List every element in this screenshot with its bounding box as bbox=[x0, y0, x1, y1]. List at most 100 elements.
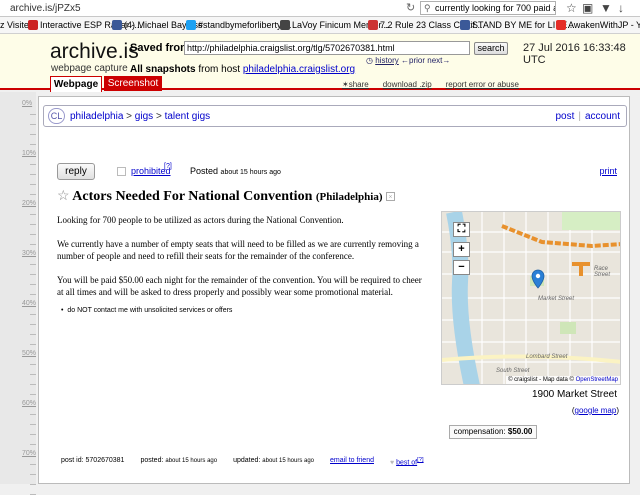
ruler-tick-label[interactable]: 30% bbox=[22, 250, 36, 257]
posting-title-text: Actors Needed For National Convention bbox=[72, 189, 313, 204]
post-link[interactable]: post bbox=[555, 111, 574, 122]
print-link[interactable]: print bbox=[599, 166, 617, 176]
saved-url-input[interactable]: http://philadelphia.craigslist.org/tlg/5… bbox=[184, 41, 470, 55]
ruler-tick-label[interactable]: 70% bbox=[22, 450, 36, 457]
body-paragraph: You will be paid $50.00 each night for t… bbox=[57, 275, 422, 297]
bookmarks-bar: z Visited Interactive ESP Radar -... (4) M… bbox=[0, 17, 640, 34]
reload-icon[interactable]: ↻ bbox=[406, 1, 415, 14]
all-snapshots-line: All snapshots from host philadelphia.cra… bbox=[130, 64, 355, 75]
posting-location: (Philadelphia) bbox=[315, 191, 383, 203]
bookmark-favicon-icon bbox=[460, 20, 470, 30]
ruler-tick-mark bbox=[30, 234, 36, 235]
bookmark-label: AwakenWithJP - YouT... bbox=[568, 20, 640, 30]
scroll-ruler: 0% 10% 20% 30% 40% 50% 60% 70% bbox=[0, 92, 36, 495]
breadcrumb-gigs[interactable]: gigs bbox=[135, 111, 153, 122]
zoom-out-button[interactable]: − bbox=[453, 260, 470, 275]
account-link[interactable]: account bbox=[585, 111, 620, 122]
ruler-tick-mark bbox=[30, 194, 36, 195]
archived-page: CL philadelphia > gigs > talent gigs pos… bbox=[38, 96, 630, 484]
ruler-tick-mark bbox=[30, 394, 36, 395]
ruler-tick-mark bbox=[30, 374, 36, 375]
fullscreen-icon[interactable]: ⛶ bbox=[453, 222, 470, 237]
ruler-tick-mark bbox=[30, 134, 36, 135]
ruler-tick-mark bbox=[30, 174, 36, 175]
tab-screenshot[interactable]: Screenshot bbox=[104, 76, 162, 91]
search-button[interactable]: search bbox=[474, 42, 508, 55]
body-paragraph: We currently have a number of empty seat… bbox=[57, 239, 419, 261]
breadcrumb-separator: > bbox=[155, 111, 162, 122]
ruler-tick-mark bbox=[30, 474, 36, 475]
bookmark-favicon-icon bbox=[556, 20, 566, 30]
clipboard-icon[interactable]: ▣ bbox=[582, 1, 593, 15]
compensation-badge: compensation: $50.00 bbox=[449, 425, 537, 439]
footer-updated: updated: about 15 hours ago bbox=[233, 457, 315, 464]
all-snapshots-label: All snapshots bbox=[130, 64, 196, 75]
archive-logo[interactable]: archive.is bbox=[50, 40, 139, 64]
capture-datetime: 27 Jul 2016 16:33:48 UTC bbox=[523, 42, 626, 66]
account-links: post | account bbox=[555, 111, 620, 122]
download-zip-link[interactable]: download .zip bbox=[383, 80, 432, 89]
tab-webpage[interactable]: Webpage bbox=[50, 76, 102, 92]
breadcrumb-city[interactable]: philadelphia bbox=[70, 111, 123, 122]
history-link[interactable]: history bbox=[375, 56, 399, 65]
ruler-tick-mark bbox=[30, 274, 36, 275]
hide-posting-icon[interactable]: × bbox=[385, 192, 395, 202]
ruler-tick-label[interactable]: 10% bbox=[22, 150, 36, 157]
ruler-tick-mark bbox=[30, 294, 36, 295]
ruler-tick-label[interactable]: 50% bbox=[22, 350, 36, 357]
heart-icon: ♥ bbox=[389, 459, 395, 467]
google-map-link[interactable]: (google map) bbox=[572, 406, 619, 415]
craigslist-logo[interactable]: CL bbox=[48, 108, 65, 124]
openstreetmap-link[interactable]: OpenStreetMap bbox=[576, 377, 618, 383]
zoom-in-button[interactable]: + bbox=[453, 242, 470, 257]
divider: | bbox=[578, 111, 581, 122]
ruler-tick-mark bbox=[30, 424, 36, 425]
host-link[interactable]: philadelphia.craigslist.org bbox=[243, 64, 355, 75]
bookmark-label: #standbymeforliberty ... bbox=[198, 20, 292, 30]
share-link[interactable]: ✶share bbox=[342, 80, 369, 89]
prior-link[interactable]: ←prior bbox=[401, 56, 425, 65]
from-host-label: from host bbox=[198, 64, 241, 75]
footer-posted: posted: about 15 hours ago bbox=[140, 457, 218, 464]
ruler-tick-mark bbox=[30, 324, 36, 325]
pocket-icon[interactable]: ▼ bbox=[600, 1, 612, 15]
bookmark-item[interactable]: AwakenWithJP - YouT... bbox=[556, 20, 640, 30]
map-address: 1900 Market Street bbox=[531, 389, 617, 400]
favorite-star-icon[interactable]: ☆ bbox=[57, 189, 70, 204]
address-bar[interactable]: archive.is/jPZx5 bbox=[10, 3, 81, 14]
street-label: Race Street bbox=[594, 266, 611, 278]
saved-from-label: Saved from bbox=[130, 42, 190, 54]
history-links: ◷ history ←prior next→ bbox=[366, 56, 450, 65]
reply-button[interactable]: reply bbox=[57, 163, 95, 180]
ruler-tick-mark bbox=[30, 214, 36, 215]
ruler-tick-mark bbox=[30, 484, 36, 485]
best-of-link[interactable]: ♥ best of[?] bbox=[390, 457, 424, 466]
breadcrumb: philadelphia > gigs > talent gigs bbox=[70, 111, 210, 122]
email-to-friend-link[interactable]: email to friend bbox=[330, 457, 374, 466]
ruler-tick-mark bbox=[30, 164, 36, 165]
bookmark-favicon-icon bbox=[28, 20, 38, 30]
post-id: post id: 5702670381 bbox=[61, 457, 125, 464]
report-link[interactable]: report error or abuse bbox=[446, 80, 519, 89]
ruler-tick-label[interactable]: 20% bbox=[22, 200, 36, 207]
posting-map[interactable]: ⛶ + − Race Street Market Street Lombard … bbox=[441, 211, 621, 385]
posting-title: ☆ Actors Needed For National Convention … bbox=[57, 188, 395, 205]
breadcrumb-separator: > bbox=[126, 111, 133, 122]
share-icon: ✶ bbox=[342, 80, 349, 89]
ruler-tick-label[interactable]: 0% bbox=[22, 100, 32, 107]
ruler-tick-mark bbox=[30, 114, 36, 115]
browser-search-input[interactable]: ⚲ currently looking for 700 paid actors bbox=[420, 1, 556, 15]
ruler-tick-label[interactable]: 60% bbox=[22, 400, 36, 407]
breadcrumb-talent-gigs[interactable]: talent gigs bbox=[165, 111, 211, 122]
next-link[interactable]: next→ bbox=[427, 56, 450, 65]
flag-checkbox[interactable] bbox=[117, 167, 126, 176]
star-icon[interactable]: ☆ bbox=[566, 1, 577, 15]
ruler-tick-mark bbox=[30, 284, 36, 285]
prohibited-help-link[interactable]: [?] bbox=[164, 163, 172, 170]
download-icon[interactable]: ↓ bbox=[618, 1, 624, 15]
bookmark-item[interactable]: #standbymeforliberty ... bbox=[186, 20, 292, 30]
ruler-tick-label[interactable]: 40% bbox=[22, 300, 36, 307]
bookmark-favicon-icon bbox=[186, 20, 196, 30]
ruler-tick-mark bbox=[30, 224, 36, 225]
posting-body: Looking for 700 people to be utilized as… bbox=[57, 214, 429, 310]
